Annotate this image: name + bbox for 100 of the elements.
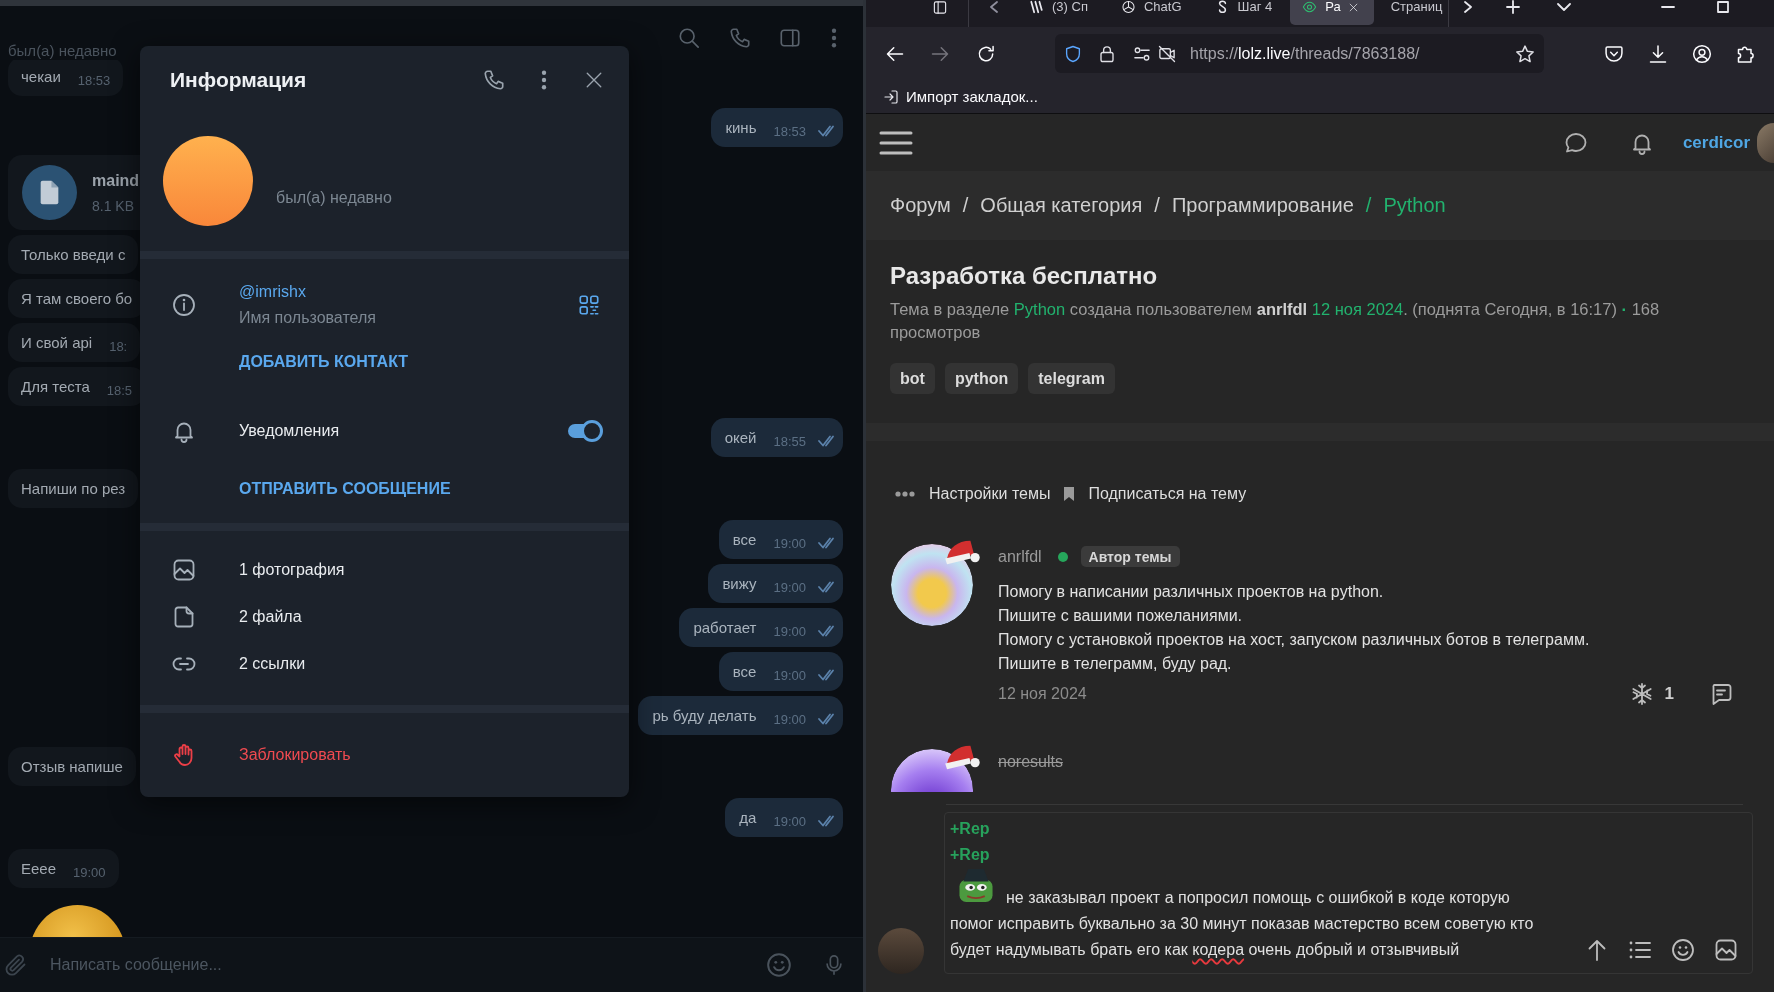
santa-hat-icon — [943, 743, 981, 771]
file-name: maind — [92, 171, 140, 190]
message-text: Только введи с — [21, 246, 126, 263]
eye-icon — [1302, 0, 1318, 14]
pouch-icon[interactable] — [1604, 43, 1624, 64]
maximize-icon[interactable] — [1717, 1, 1730, 13]
breadcrumb-separator: / — [962, 194, 969, 217]
message-time: 18:55 — [773, 433, 806, 449]
breadcrumb-link[interactable]: Программирование — [1171, 194, 1354, 217]
message-text: вижу — [722, 575, 757, 592]
phone-icon[interactable] — [483, 69, 505, 91]
reply-text: будет надумывать брать его как кодера очень добрый и отзывчивый — [950, 940, 1460, 960]
thread-tag[interactable]: python — [944, 363, 1019, 394]
notifications-label: Уведомления — [239, 421, 340, 441]
chevron-right-icon[interactable] — [1464, 0, 1473, 14]
plus-icon[interactable] — [1506, 0, 1521, 14]
message-time: 19:00 — [773, 667, 806, 683]
file-icon — [172, 604, 196, 629]
username-caption: Имя пользователя — [239, 308, 376, 328]
message-text: все — [732, 663, 757, 680]
send-message-button[interactable]: ОТПРАВИТЬ СООБЩЕНИЕ — [239, 479, 451, 499]
breadcrumb-link[interactable]: Python — [1383, 194, 1446, 217]
message-time: 18: — [109, 338, 128, 354]
browser-tab[interactable]: (3) Сп — [1029, 0, 1088, 14]
message-time: 19:00 — [73, 864, 106, 880]
like-count: 1 — [1664, 684, 1674, 704]
breadcrumb-link[interactable]: Общая категория — [980, 194, 1143, 217]
browser-tab[interactable]: Шаг 4 — [1214, 0, 1273, 14]
browser-tab[interactable]: Страниц — [1390, 0, 1443, 14]
user-avatar[interactable] — [1757, 122, 1774, 163]
post-text: Пишите в телеграмм, буду рад. — [998, 654, 1232, 674]
camera-off-icon[interactable] — [1157, 44, 1177, 63]
shared-media-link[interactable]: 2 ссылки — [239, 653, 306, 674]
message-time: 19:00 — [773, 813, 806, 829]
bookmark-item[interactable]: Импорт закладок... — [883, 88, 1038, 105]
profile-status: был(а) недавно — [276, 188, 392, 208]
subscribe-button[interactable]: Подписаться на тему — [1063, 485, 1247, 503]
browser-tab[interactable]: ChatG — [1120, 0, 1182, 14]
paperclip-icon[interactable] — [4, 953, 28, 977]
message-text: Я там своего бо — [21, 290, 133, 307]
rep-text: +Rep — [950, 819, 990, 839]
author-badge: Автор темы — [1080, 546, 1180, 567]
author-name[interactable]: noresults — [998, 752, 1063, 771]
dots-icon — [895, 491, 915, 497]
chat-status: был(а) недавно — [8, 43, 117, 58]
composer-bar[interactable]: Написать сообщение... — [0, 937, 863, 992]
shield-icon[interactable] — [1064, 43, 1082, 64]
chevron-down-icon[interactable] — [1557, 3, 1572, 11]
user-circle-icon[interactable] — [1692, 43, 1712, 64]
add-contact-button[interactable]: ДОБАВИТЬ КОНТАКТ — [239, 352, 409, 372]
menu-icon[interactable] — [879, 129, 913, 156]
message-input[interactable]: Написать сообщение... — [50, 950, 746, 980]
chevron-left-icon[interactable] — [990, 0, 998, 14]
rep-text: +Rep — [950, 845, 990, 865]
thread-tag[interactable]: telegram — [1028, 363, 1115, 394]
message-text: И свой api — [21, 334, 93, 351]
sticker-icon — [958, 868, 994, 903]
document-icon[interactable] — [22, 165, 77, 220]
thread-meta-link[interactable]: 12 ноя 2024 — [1311, 300, 1404, 318]
smiley-icon[interactable] — [1671, 938, 1695, 962]
block-user-link[interactable]: Заблокировать — [239, 745, 351, 765]
notifications-toggle[interactable] — [567, 420, 603, 442]
reply-editor[interactable] — [944, 812, 1753, 974]
avatar-placeholder — [878, 928, 924, 974]
more-icon[interactable] — [831, 28, 837, 48]
address-bar[interactable]: https://lolz.live/threads/7863188/ — [1055, 34, 1544, 73]
message-time: 18:53 — [77, 72, 111, 88]
username-link[interactable]: cerdicor — [1682, 132, 1750, 153]
thread-meta-link[interactable]: Python — [1013, 300, 1066, 318]
message-text: Eeee — [21, 860, 57, 877]
image-icon — [172, 557, 196, 582]
reply-text: помог исправить буквально за 30 минут показав мастерство всем советую кто — [950, 914, 1534, 934]
qr-code-icon[interactable] — [578, 294, 600, 316]
more-icon[interactable] — [541, 70, 547, 90]
thread-title: Разработка бесплатно — [890, 262, 1158, 290]
thread-settings-button[interactable]: Настройки темы — [895, 485, 1051, 503]
post-text: Пишите с вашими пожеланиями. — [998, 606, 1243, 626]
author-name[interactable]: anrlfdl — [998, 547, 1042, 566]
browser-tab[interactable]: Ра — [1290, 0, 1374, 25]
shared-media-link[interactable]: 1 фотография — [239, 559, 345, 580]
thread-tag[interactable]: bot — [890, 363, 935, 394]
post-text: Помогу с установкой проектов на хост, запуском различных ботов в телеграмм. — [998, 630, 1590, 650]
sidebar-icon[interactable] — [932, 0, 948, 15]
star-icon[interactable] — [1515, 43, 1535, 64]
search-icon[interactable] — [678, 27, 700, 49]
minimize-icon[interactable] — [1661, 6, 1676, 8]
phone-icon[interactable] — [729, 27, 751, 49]
breadcrumb-separator: / — [1154, 194, 1160, 217]
breadcrumb-link[interactable]: Форум — [890, 194, 951, 217]
chat-bubble-icon[interactable] — [1563, 130, 1588, 155]
image-icon[interactable] — [1714, 938, 1738, 962]
username-link[interactable]: @imrishx — [239, 279, 306, 305]
reload-icon[interactable] — [976, 43, 996, 64]
message-text: кинь — [725, 119, 757, 136]
reply-text: не заказывал проект а попросил помощь с ошибкой в коде которую — [1006, 888, 1510, 908]
download-icon[interactable] — [1648, 43, 1668, 64]
sliders-icon[interactable] — [1132, 44, 1152, 63]
lock-icon[interactable] — [1098, 44, 1116, 63]
shared-media-link[interactable]: 2 файла — [239, 606, 302, 627]
close-icon[interactable] — [585, 71, 603, 89]
